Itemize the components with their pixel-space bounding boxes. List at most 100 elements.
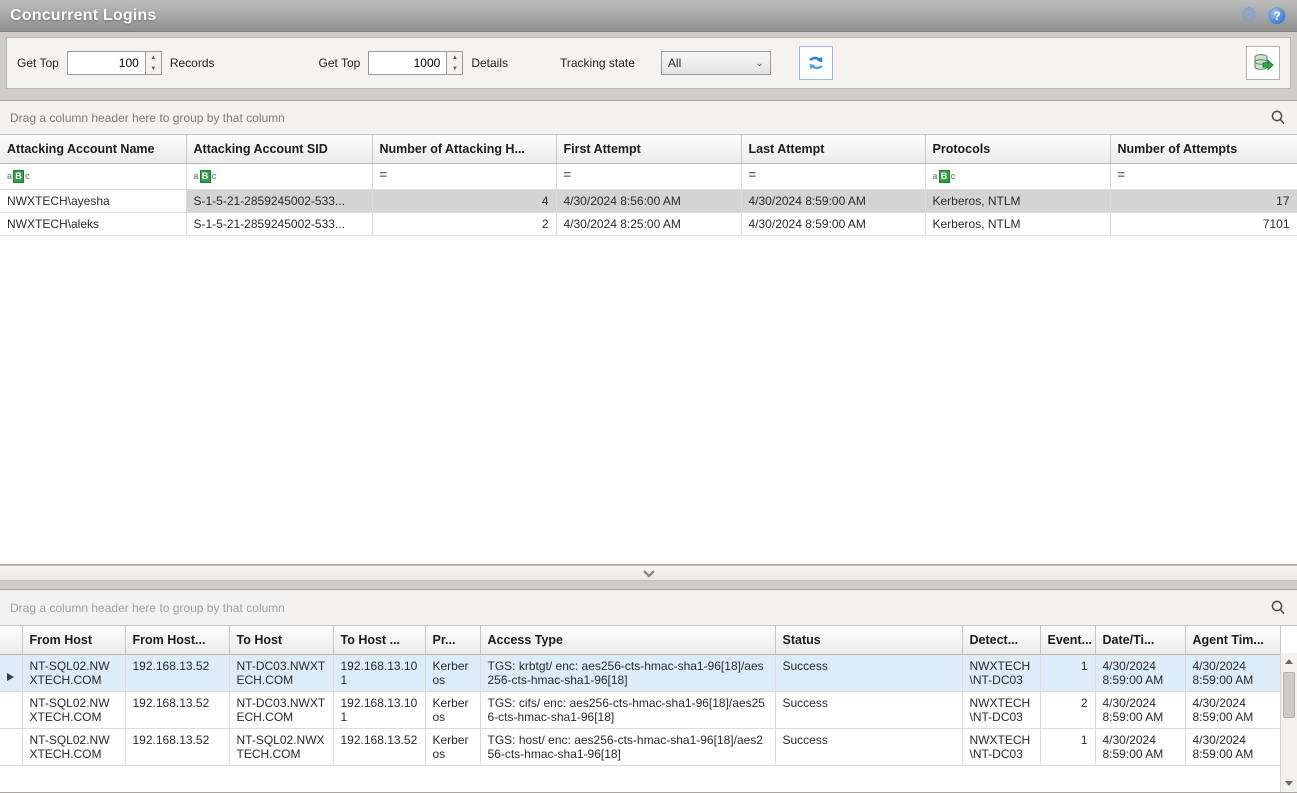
- records-spin-up-icon[interactable]: ▲: [146, 52, 161, 63]
- triangle-up-icon: [1285, 659, 1293, 664]
- column-header[interactable]: Attacking Account SID: [186, 135, 372, 163]
- details-spin-up-icon[interactable]: ▲: [447, 52, 462, 63]
- table-row[interactable]: NT-SQL02.NWXTECH.COM 192.168.13.52 NT-DC…: [0, 654, 1280, 691]
- search-icon[interactable]: [1269, 599, 1287, 617]
- cell[interactable]: TGS: host/ enc: aes256-cts-hmac-sha1-96[…: [480, 728, 775, 765]
- grid-splitter[interactable]: [0, 565, 1297, 581]
- column-header[interactable]: Pr...: [425, 626, 480, 654]
- cell[interactable]: 4/30/2024 8:59:00 AM: [1095, 654, 1185, 691]
- column-header[interactable]: Number of Attacking H...: [372, 135, 556, 163]
- cell[interactable]: NT-DC03.NWXTECH.COM: [229, 654, 333, 691]
- cell[interactable]: 7101: [1110, 212, 1297, 235]
- cell[interactable]: 192.168.13.101: [333, 691, 425, 728]
- table-row[interactable]: NWXTECH\ayesha S-1-5-21-2859245002-533..…: [0, 189, 1297, 212]
- table-row[interactable]: NWXTECH\aleks S-1-5-21-2859245002-533...…: [0, 212, 1297, 235]
- cell[interactable]: Success: [775, 691, 962, 728]
- records-count-input[interactable]: [67, 51, 145, 75]
- column-header[interactable]: Protocols: [925, 135, 1110, 163]
- records-spin-down-icon[interactable]: ▼: [146, 63, 161, 74]
- cell[interactable]: 4/30/2024 8:59:00 AM: [1185, 654, 1280, 691]
- details-spin-down-icon[interactable]: ▼: [447, 63, 462, 74]
- cell[interactable]: 192.168.13.52: [125, 728, 229, 765]
- cell[interactable]: Success: [775, 728, 962, 765]
- column-header[interactable]: Access Type: [480, 626, 775, 654]
- scroll-down-button[interactable]: [1281, 775, 1297, 792]
- numeric-filter-cell[interactable]: =: [741, 163, 925, 189]
- cell[interactable]: 1: [1040, 728, 1095, 765]
- cell[interactable]: 192.168.13.52: [125, 654, 229, 691]
- cell[interactable]: NT-SQL02.NWXTECH.COM: [22, 691, 125, 728]
- cell[interactable]: 1: [1040, 654, 1095, 691]
- column-header[interactable]: Number of Attempts: [1110, 135, 1297, 163]
- cell[interactable]: 2: [372, 212, 556, 235]
- text-filter-cell[interactable]: aBc: [925, 163, 1110, 189]
- cell[interactable]: Kerberos: [425, 728, 480, 765]
- cell[interactable]: S-1-5-21-2859245002-533...: [186, 189, 372, 212]
- column-header[interactable]: To Host ...: [333, 626, 425, 654]
- cell[interactable]: 4/30/2024 8:56:00 AM: [556, 189, 741, 212]
- text-filter-cell[interactable]: aBc: [0, 163, 186, 189]
- column-header[interactable]: From Host: [22, 626, 125, 654]
- grid1-group-panel[interactable]: Drag a column header here to group by th…: [0, 101, 1297, 135]
- cell[interactable]: NWXTECH\NT-DC03: [962, 728, 1040, 765]
- numeric-filter-cell[interactable]: =: [372, 163, 556, 189]
- table-row[interactable]: NT-SQL02.NWXTECH.COM 192.168.13.52 NT-SQ…: [0, 728, 1280, 765]
- column-header[interactable]: Status: [775, 626, 962, 654]
- cell[interactable]: NWXTECH\aleks: [0, 212, 186, 235]
- column-header[interactable]: To Host: [229, 626, 333, 654]
- cell[interactable]: NT-SQL02.NWXTECH.COM: [22, 728, 125, 765]
- cell[interactable]: 2: [1040, 691, 1095, 728]
- grid2-group-panel[interactable]: Drag a column header here to group by th…: [0, 590, 1297, 626]
- cell[interactable]: NWXTECH\ayesha: [0, 189, 186, 212]
- cell[interactable]: 4/30/2024 8:59:00 AM: [1095, 691, 1185, 728]
- cell[interactable]: Kerberos: [425, 691, 480, 728]
- numeric-filter-cell[interactable]: =: [556, 163, 741, 189]
- cell[interactable]: 192.168.13.52: [125, 691, 229, 728]
- cell[interactable]: 4/30/2024 8:59:00 AM: [1095, 728, 1185, 765]
- cell[interactable]: 17: [1110, 189, 1297, 212]
- vertical-scrollbar[interactable]: [1280, 653, 1297, 792]
- column-header[interactable]: From Host...: [125, 626, 229, 654]
- column-header[interactable]: Last Attempt: [741, 135, 925, 163]
- column-header[interactable]: Event...: [1040, 626, 1095, 654]
- cell[interactable]: 192.168.13.52: [333, 728, 425, 765]
- text-filter-cell[interactable]: aBc: [186, 163, 372, 189]
- cell[interactable]: Kerberos, NTLM: [925, 189, 1110, 212]
- cell[interactable]: 4/30/2024 8:59:00 AM: [1185, 691, 1280, 728]
- column-header[interactable]: Agent Tim...: [1185, 626, 1280, 654]
- cell[interactable]: NT-DC03.NWXTECH.COM: [229, 691, 333, 728]
- cell[interactable]: Kerberos, NTLM: [925, 212, 1110, 235]
- cell[interactable]: NWXTECH\NT-DC03: [962, 654, 1040, 691]
- details-count-input[interactable]: [368, 51, 446, 75]
- cell[interactable]: TGS: cifs/ enc: aes256-cts-hmac-sha1-96[…: [480, 691, 775, 728]
- scroll-up-button[interactable]: [1281, 653, 1297, 670]
- column-header[interactable]: First Attempt: [556, 135, 741, 163]
- table-row[interactable]: NT-SQL02.NWXTECH.COM 192.168.13.52 NT-DC…: [0, 691, 1280, 728]
- cell[interactable]: 4/30/2024 8:59:00 AM: [741, 189, 925, 212]
- help-icon[interactable]: ?: [1267, 6, 1287, 26]
- export-button[interactable]: [1246, 46, 1280, 80]
- cell[interactable]: S-1-5-21-2859245002-533...: [186, 212, 372, 235]
- column-header[interactable]: Date/Ti...: [1095, 626, 1185, 654]
- settings-gear-icon[interactable]: ⚙: [1239, 6, 1259, 26]
- tracking-state-dropdown[interactable]: All ⌄: [661, 51, 771, 75]
- cell[interactable]: 4: [372, 189, 556, 212]
- search-icon[interactable]: [1269, 109, 1287, 127]
- scrollbar-track[interactable]: [1281, 670, 1297, 775]
- scrollbar-thumb[interactable]: [1283, 672, 1295, 718]
- numeric-filter-cell[interactable]: =: [1110, 163, 1297, 189]
- equals-filter-icon: =: [380, 167, 388, 182]
- cell[interactable]: TGS: krbtgt/ enc: aes256-cts-hmac-sha1-9…: [480, 654, 775, 691]
- cell[interactable]: Success: [775, 654, 962, 691]
- cell[interactable]: Kerberos: [425, 654, 480, 691]
- column-header[interactable]: Detect...: [962, 626, 1040, 654]
- cell[interactable]: NT-SQL02.NWXTECH.COM: [22, 654, 125, 691]
- column-header[interactable]: Attacking Account Name: [0, 135, 186, 163]
- cell[interactable]: 4/30/2024 8:25:00 AM: [556, 212, 741, 235]
- refresh-button[interactable]: [799, 46, 833, 80]
- cell[interactable]: NWXTECH\NT-DC03: [962, 691, 1040, 728]
- cell[interactable]: NT-SQL02.NWXTECH.COM: [229, 728, 333, 765]
- cell[interactable]: 4/30/2024 8:59:00 AM: [1185, 728, 1280, 765]
- cell[interactable]: 192.168.13.101: [333, 654, 425, 691]
- cell[interactable]: 4/30/2024 8:59:00 AM: [741, 212, 925, 235]
